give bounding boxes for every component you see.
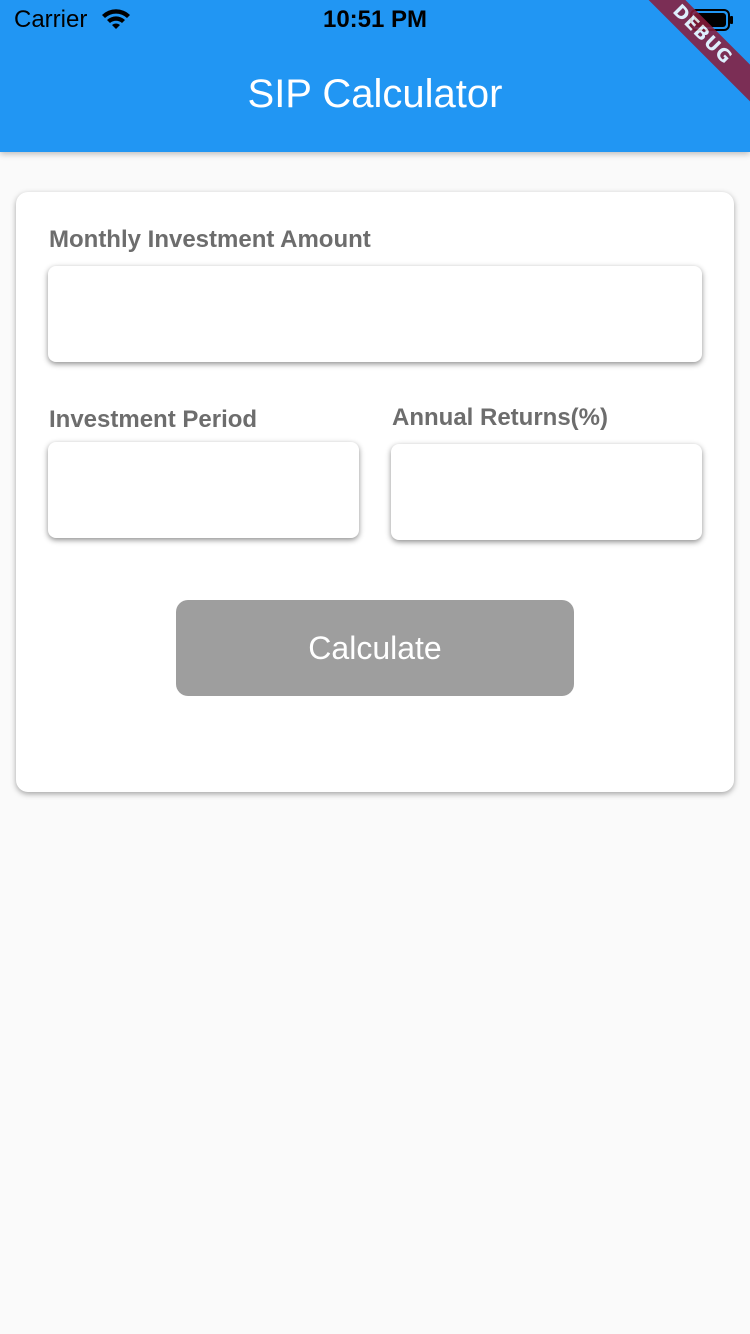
calculator-card: Monthly Investment Amount Investment Per… [16, 192, 734, 792]
app-bar: Carrier 10:51 PM SIP Calculator DEBUG [0, 0, 750, 152]
investment-period-label: Investment Period [49, 406, 258, 433]
monthly-investment-input[interactable] [48, 266, 702, 362]
annual-returns-label: Annual Returns(%) [392, 404, 608, 431]
page-title: SIP Calculator [247, 72, 503, 116]
monthly-investment-label: Monthly Investment Amount [49, 226, 371, 253]
calculate-button[interactable]: Calculate [176, 600, 574, 696]
investment-period-input[interactable] [48, 442, 359, 538]
annual-returns-input[interactable] [391, 444, 702, 540]
status-bar: Carrier 10:51 PM [0, 0, 750, 40]
status-time: 10:51 PM [322, 6, 428, 33]
